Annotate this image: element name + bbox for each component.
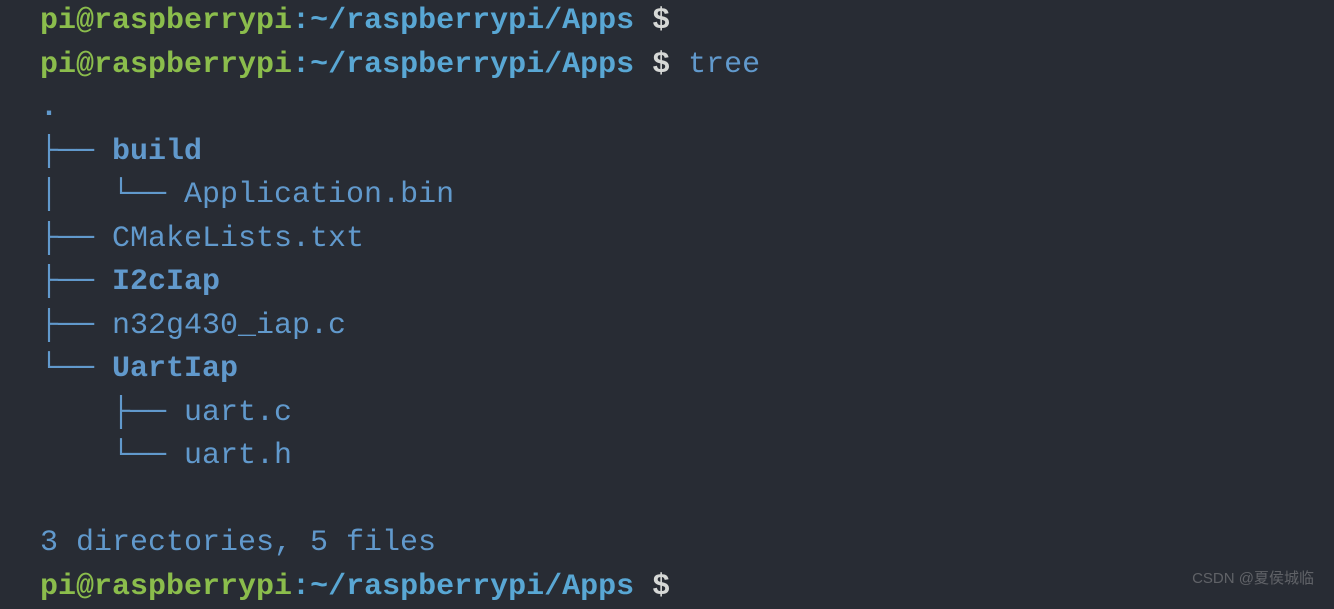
dir-build: build (112, 135, 202, 169)
user-host: pi@raspberrypi (40, 570, 292, 604)
file-uart-c: uart.c (184, 396, 292, 430)
blank-line (40, 479, 1334, 523)
prompt-path: ~/raspberrypi/Apps (310, 4, 634, 38)
prompt-path: ~/raspberrypi/Apps (310, 570, 634, 604)
file-uart-h: uart.h (184, 439, 292, 473)
file-cmakelists: CMakeLists.txt (112, 222, 364, 256)
tree-branch: ├── (40, 222, 112, 256)
tree-branch: ├── (40, 396, 184, 430)
tree-root: . (40, 87, 1334, 131)
prompt-dollar: $ (634, 4, 670, 38)
tree-branch: └── (40, 439, 184, 473)
terminal-window[interactable]: pi@raspberrypi:~/raspberrypi/Apps $ pi@r… (0, 0, 1334, 609)
tree-row-application-bin: │ └── Application.bin (40, 174, 1334, 218)
command-tree: tree (670, 48, 760, 82)
tree-row-cmakelists: ├── CMakeLists.txt (40, 218, 1334, 262)
tree-summary: 3 directories, 5 files (40, 522, 1334, 566)
tree-row-build: ├── build (40, 131, 1334, 175)
user-host: pi@raspberrypi (40, 4, 292, 38)
prompt-dollar: $ (634, 570, 670, 604)
file-n32g430-iap-c: n32g430_iap.c (112, 309, 346, 343)
tree-branch: └── (40, 352, 112, 386)
tree-branch: ├── (40, 135, 112, 169)
prompt-path: ~/raspberrypi/Apps (310, 48, 634, 82)
tree-row-uart-c: ├── uart.c (40, 392, 1334, 436)
user-host: pi@raspberrypi (40, 48, 292, 82)
prompt-colon: : (292, 4, 310, 38)
tree-row-i2ciap: ├── I2cIap (40, 261, 1334, 305)
tree-branch: ├── (40, 309, 112, 343)
tree-row-uart-h: └── uart.h (40, 435, 1334, 479)
prompt-line-2: pi@raspberrypi:~/raspberrypi/Apps $ tree (40, 44, 1334, 88)
tree-dot: . (40, 91, 58, 125)
exec-i2ciap: I2cIap (112, 265, 220, 299)
prompt-line-3: pi@raspberrypi:~/raspberrypi/Apps $ (40, 566, 1334, 609)
tree-row-n32g430: ├── n32g430_iap.c (40, 305, 1334, 349)
prompt-dollar: $ (634, 48, 670, 82)
tree-row-uartiap: └── UartIap (40, 348, 1334, 392)
prompt-colon: : (292, 48, 310, 82)
summary-text: 3 directories, 5 files (40, 526, 436, 560)
prompt-line-1: pi@raspberrypi:~/raspberrypi/Apps $ (40, 0, 1334, 44)
watermark: CSDN @夏侯城临 (1192, 568, 1314, 590)
dir-uartiap: UartIap (112, 352, 238, 386)
prompt-colon: : (292, 570, 310, 604)
tree-branch: ├── (40, 265, 112, 299)
tree-branch: │ └── (40, 178, 184, 212)
file-application-bin: Application.bin (184, 178, 454, 212)
